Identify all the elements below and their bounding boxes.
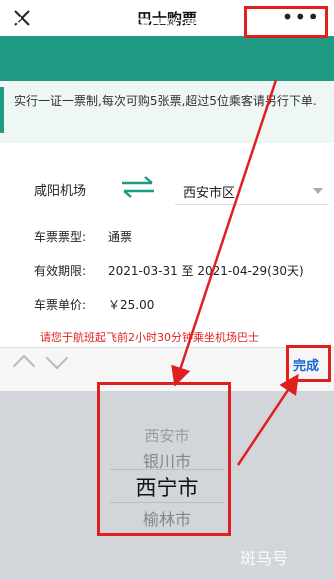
page-header bbox=[0, 36, 334, 81]
picker-highlight-box bbox=[97, 382, 231, 536]
validity-label: 有效期限: bbox=[34, 264, 87, 278]
city-selector-label[interactable]: 西安市 bbox=[257, 15, 299, 35]
departure-station[interactable]: 咸阳机场 bbox=[34, 180, 86, 199]
notice-text: 实行一证一票制,每次可购5张票,超过5位乘客请另行下单. bbox=[14, 94, 317, 108]
unit-price-value: ￥25.00 bbox=[108, 298, 155, 312]
chevron-down-icon[interactable] bbox=[313, 188, 323, 194]
ticket-type-value: 通票 bbox=[108, 230, 133, 244]
unit-price-label: 车票单价: bbox=[34, 298, 87, 312]
notice-accent-bar bbox=[0, 87, 4, 133]
destination-select[interactable]: 西安市区 bbox=[183, 182, 235, 201]
caret-down-icon[interactable] bbox=[312, 19, 324, 26]
ticket-type-label: 车票票型: bbox=[34, 230, 87, 244]
boarding-warning: 请您于航班起飞前2小时30分钟乘坐机场巴士 bbox=[40, 331, 259, 344]
swap-icon[interactable] bbox=[118, 176, 158, 198]
watermark: 斑马号 bbox=[240, 549, 289, 568]
done-button[interactable]: 完成 bbox=[293, 355, 319, 374]
destination-underline bbox=[175, 204, 329, 205]
validity-value: 2021-03-31 至 2021-04-29(30天) bbox=[108, 264, 304, 278]
